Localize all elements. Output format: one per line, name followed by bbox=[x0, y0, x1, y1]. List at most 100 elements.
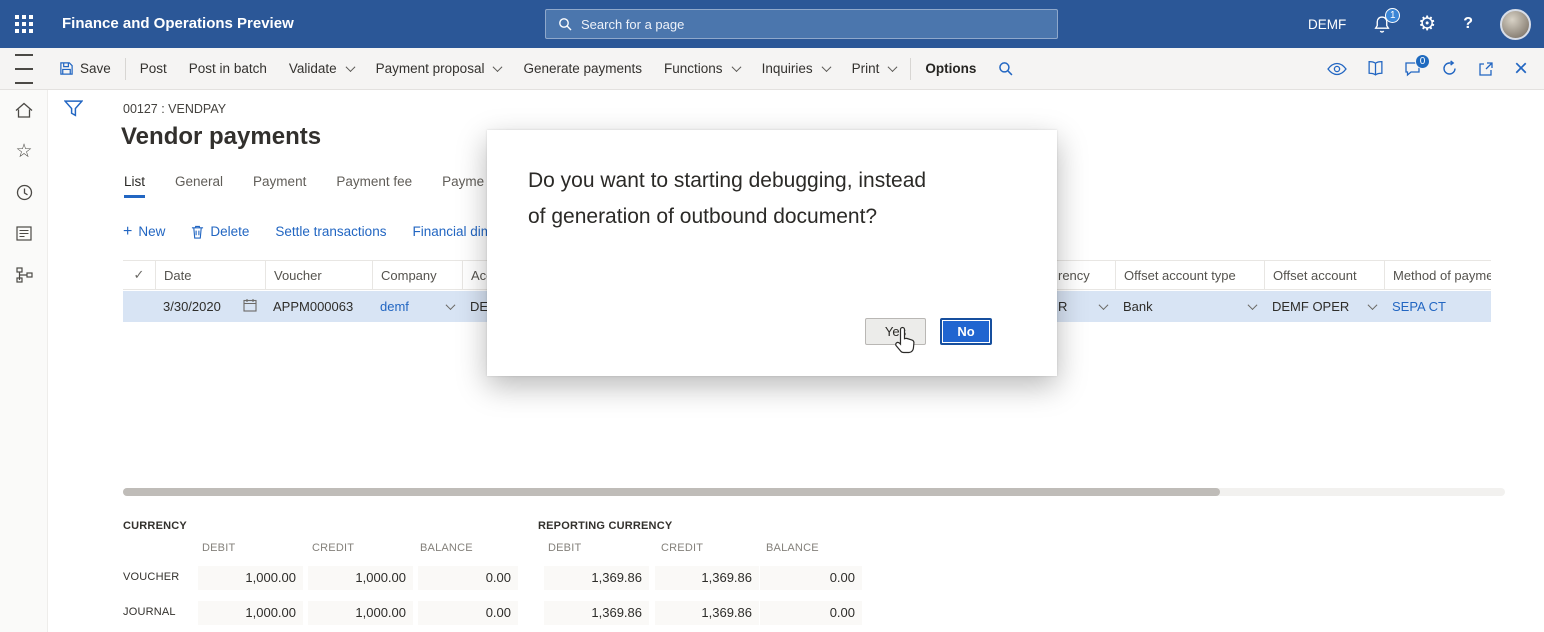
sidebar-item-favorites[interactable]: ☆ bbox=[0, 131, 48, 172]
yes-button[interactable]: Yes bbox=[865, 318, 926, 345]
page-search-box[interactable]: Search for a page bbox=[545, 9, 1058, 39]
refresh-button[interactable] bbox=[1441, 60, 1458, 77]
avatar[interactable] bbox=[1500, 9, 1531, 40]
column-header-offset-account-type[interactable]: Offset account type bbox=[1115, 261, 1264, 289]
sidebar-item-home[interactable] bbox=[0, 90, 48, 131]
sidebar-item-workspaces[interactable] bbox=[0, 213, 48, 254]
chevron-down-icon[interactable] bbox=[1099, 300, 1109, 310]
column-header-currency[interactable]: rency bbox=[1058, 261, 1115, 289]
journal-debit: 1,000.00 bbox=[198, 601, 303, 625]
options-button[interactable]: Options bbox=[914, 48, 987, 89]
column-reporting-debit: DEBIT bbox=[548, 542, 581, 554]
new-button[interactable]: + New bbox=[123, 224, 165, 239]
reporting-currency-section-title: REPORTING CURRENCY bbox=[538, 520, 672, 532]
attachments-badge: 0 bbox=[1415, 54, 1430, 69]
tab-payment[interactable]: Payment bbox=[253, 174, 306, 198]
settle-transactions-button[interactable]: Settle transactions bbox=[275, 224, 386, 239]
open-in-new-window-button[interactable] bbox=[1478, 61, 1494, 77]
column-credit: CREDIT bbox=[312, 542, 354, 554]
offset-account-value: DEMF OPER bbox=[1272, 299, 1349, 314]
inquiries-menu-button[interactable]: Inquiries bbox=[751, 48, 841, 89]
attachments-button[interactable]: 0 bbox=[1404, 61, 1421, 77]
app-title[interactable]: Finance and Operations Preview bbox=[62, 15, 294, 32]
grid-toolbar: + New Delete Settle transactions Financi… bbox=[123, 224, 500, 239]
scrollbar-thumb[interactable] bbox=[123, 488, 1220, 496]
functions-menu-button[interactable]: Functions bbox=[653, 48, 751, 89]
cell-offset-account-type[interactable]: Bank bbox=[1115, 291, 1264, 322]
sidebar-item-modules[interactable] bbox=[0, 254, 48, 295]
help-button[interactable]: ? bbox=[1463, 15, 1473, 33]
column-header-date[interactable]: Date bbox=[155, 261, 265, 289]
journal-reporting-balance: 0.00 bbox=[760, 601, 862, 625]
close-icon[interactable]: × bbox=[1514, 59, 1528, 79]
cell-method-of-payment[interactable]: SEPA CT bbox=[1384, 291, 1491, 322]
payment-proposal-menu-button[interactable]: Payment proposal bbox=[365, 48, 513, 89]
chevron-down-icon[interactable] bbox=[1368, 300, 1378, 310]
cell-offset-account[interactable]: DEMF OPER bbox=[1264, 291, 1384, 322]
select-all-column[interactable]: ✓ bbox=[123, 261, 155, 289]
nav-menu-button[interactable] bbox=[0, 48, 48, 90]
column-header-method-of-payment[interactable]: Method of paymer bbox=[1384, 261, 1491, 289]
print-menu-button[interactable]: Print bbox=[841, 48, 908, 89]
generate-payments-button[interactable]: Generate payments bbox=[512, 48, 653, 89]
column-header-offset-account[interactable]: Offset account bbox=[1264, 261, 1384, 289]
voucher-reporting-credit: 1,369.86 bbox=[655, 566, 759, 590]
offset-account-type-value: Bank bbox=[1123, 299, 1153, 314]
debug-confirmation-dialog: Do you want to starting debugging, inste… bbox=[487, 130, 1057, 376]
divider bbox=[910, 58, 911, 80]
column-header-voucher[interactable]: Voucher bbox=[265, 261, 372, 289]
generate-payments-label: Generate payments bbox=[523, 61, 642, 76]
cell-currency[interactable]: R bbox=[1058, 291, 1115, 322]
horizontal-scrollbar[interactable] bbox=[123, 488, 1505, 496]
post-in-batch-label: Post in batch bbox=[189, 61, 267, 76]
inquiries-label: Inquiries bbox=[762, 61, 813, 76]
calendar-icon[interactable] bbox=[243, 298, 257, 315]
currency-value: R bbox=[1058, 299, 1067, 314]
tab-payments[interactable]: Payme bbox=[442, 174, 484, 198]
company-link[interactable]: demf bbox=[380, 299, 409, 314]
plus-icon: + bbox=[123, 225, 132, 239]
open-office-button[interactable] bbox=[1367, 60, 1384, 77]
chevron-down-icon[interactable] bbox=[1248, 300, 1258, 310]
sidebar-item-recent[interactable] bbox=[0, 172, 48, 213]
filter-button[interactable] bbox=[64, 100, 83, 122]
row-select-cell[interactable] bbox=[123, 291, 155, 322]
column-header-company[interactable]: Company bbox=[372, 261, 462, 289]
cell-company[interactable]: demf bbox=[372, 291, 462, 322]
options-label: Options bbox=[925, 61, 976, 76]
post-button[interactable]: Post bbox=[129, 48, 178, 89]
tab-general[interactable]: General bbox=[175, 174, 223, 198]
journal-reporting-credit: 1,369.86 bbox=[655, 601, 759, 625]
chevron-down-icon bbox=[731, 62, 741, 72]
new-label: New bbox=[138, 224, 165, 239]
tab-payment-fee[interactable]: Payment fee bbox=[336, 174, 412, 198]
tab-list[interactable]: List bbox=[124, 174, 145, 198]
notifications-button[interactable]: 1 bbox=[1373, 15, 1391, 34]
app-launcher-button[interactable] bbox=[0, 0, 48, 48]
chevron-down-icon[interactable] bbox=[446, 300, 456, 310]
settings-button[interactable]: ⚙ bbox=[1418, 14, 1436, 34]
waffle-icon bbox=[15, 15, 33, 33]
method-of-payment-link[interactable]: SEPA CT bbox=[1392, 299, 1446, 314]
dialog-buttons: Yes No bbox=[865, 318, 992, 345]
journal-reporting-debit: 1,369.86 bbox=[544, 601, 649, 625]
chevron-down-icon bbox=[493, 62, 503, 72]
view-button[interactable] bbox=[1327, 62, 1347, 76]
eye-icon bbox=[1327, 62, 1347, 76]
save-button[interactable]: Save bbox=[48, 48, 122, 89]
book-icon bbox=[1367, 60, 1384, 77]
voucher-credit: 1,000.00 bbox=[308, 566, 413, 590]
no-button[interactable]: No bbox=[940, 318, 992, 345]
validate-menu-button[interactable]: Validate bbox=[278, 48, 365, 89]
actionbar-right-cluster: 0 × bbox=[1327, 59, 1544, 79]
form-icon bbox=[16, 226, 32, 241]
cell-voucher[interactable]: APPM000063 bbox=[265, 291, 372, 322]
post-in-batch-button[interactable]: Post in batch bbox=[178, 48, 278, 89]
action-search-button[interactable] bbox=[987, 48, 1024, 89]
chevron-down-icon bbox=[345, 62, 355, 72]
clock-icon bbox=[16, 184, 33, 201]
delete-button[interactable]: Delete bbox=[191, 224, 249, 239]
company-selector[interactable]: DEMF bbox=[1308, 17, 1346, 32]
cell-date[interactable]: 3/30/2020 bbox=[155, 291, 265, 322]
date-value: 3/30/2020 bbox=[163, 299, 221, 314]
